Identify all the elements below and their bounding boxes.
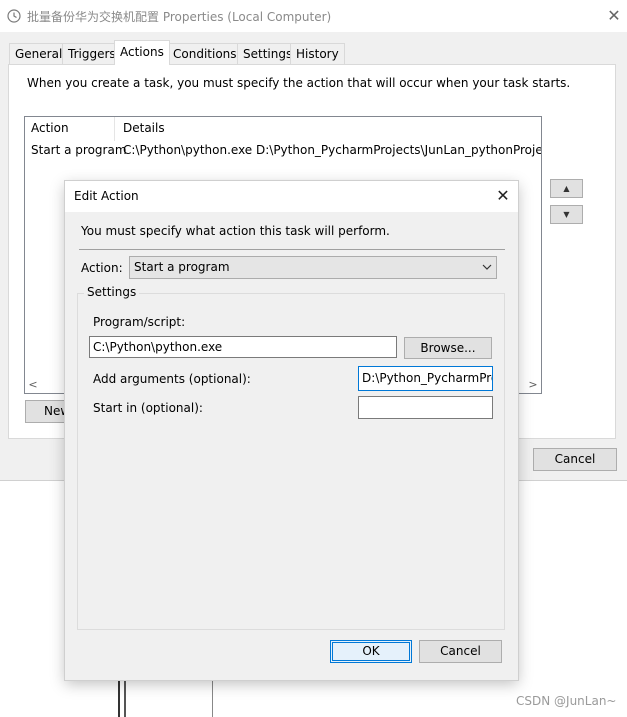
properties-close-button[interactable]: ✕ — [604, 6, 624, 26]
list-item-action[interactable]: Start a program — [31, 143, 127, 157]
start-in-label: Start in (optional): — [93, 401, 203, 415]
column-header-details[interactable]: Details — [116, 117, 536, 141]
action-label: Action: — [81, 261, 123, 275]
tab-general[interactable]: General — [9, 43, 69, 64]
properties-cancel-button[interactable]: Cancel — [533, 448, 617, 471]
actions-description: When you create a task, you must specify… — [27, 76, 571, 90]
dialog-description: You must specify what action this task w… — [81, 224, 390, 238]
background-divider — [118, 680, 120, 717]
move-down-button[interactable]: ▼ — [550, 205, 583, 224]
list-item-details[interactable]: C:\Python\python.exe D:\Python_PycharmPr… — [123, 143, 541, 157]
tab-actions[interactable]: Actions — [114, 40, 170, 65]
dialog-separator — [79, 249, 505, 250]
start-in-input[interactable] — [358, 396, 493, 419]
dialog-title: Edit Action — [74, 189, 139, 203]
task-clock-icon — [7, 9, 21, 23]
tab-conditions[interactable]: Conditions — [167, 43, 243, 64]
column-header-action[interactable]: Action — [25, 117, 115, 141]
chevron-down-icon[interactable] — [478, 257, 496, 278]
action-select[interactable]: Start a program — [129, 256, 497, 279]
scroll-right-arrow-icon[interactable]: > — [525, 377, 541, 393]
background-divider — [124, 680, 126, 717]
ok-button[interactable]: OK — [330, 640, 412, 663]
scroll-left-arrow-icon[interactable]: < — [25, 377, 41, 393]
tab-triggers[interactable]: Triggers — [62, 43, 122, 64]
tab-history[interactable]: History — [290, 43, 345, 64]
program-script-input[interactable]: C:\Python\python.exe — [89, 336, 397, 358]
window-title: 批量备份华为交换机配置 Properties (Local Computer) — [27, 10, 332, 24]
program-script-label: Program/script: — [93, 315, 186, 329]
settings-legend: Settings — [84, 285, 140, 299]
browse-button[interactable]: Browse... — [404, 337, 492, 359]
add-arguments-label: Add arguments (optional): — [93, 372, 251, 386]
move-up-button[interactable]: ▲ — [550, 179, 583, 198]
add-arguments-input[interactable]: D:\Python_PycharmProje — [358, 366, 493, 391]
dialog-close-button[interactable]: ✕ — [492, 185, 514, 207]
watermark: CSDN @JunLan~ — [516, 694, 617, 708]
cancel-button[interactable]: Cancel — [419, 640, 502, 663]
background-divider — [212, 680, 213, 717]
